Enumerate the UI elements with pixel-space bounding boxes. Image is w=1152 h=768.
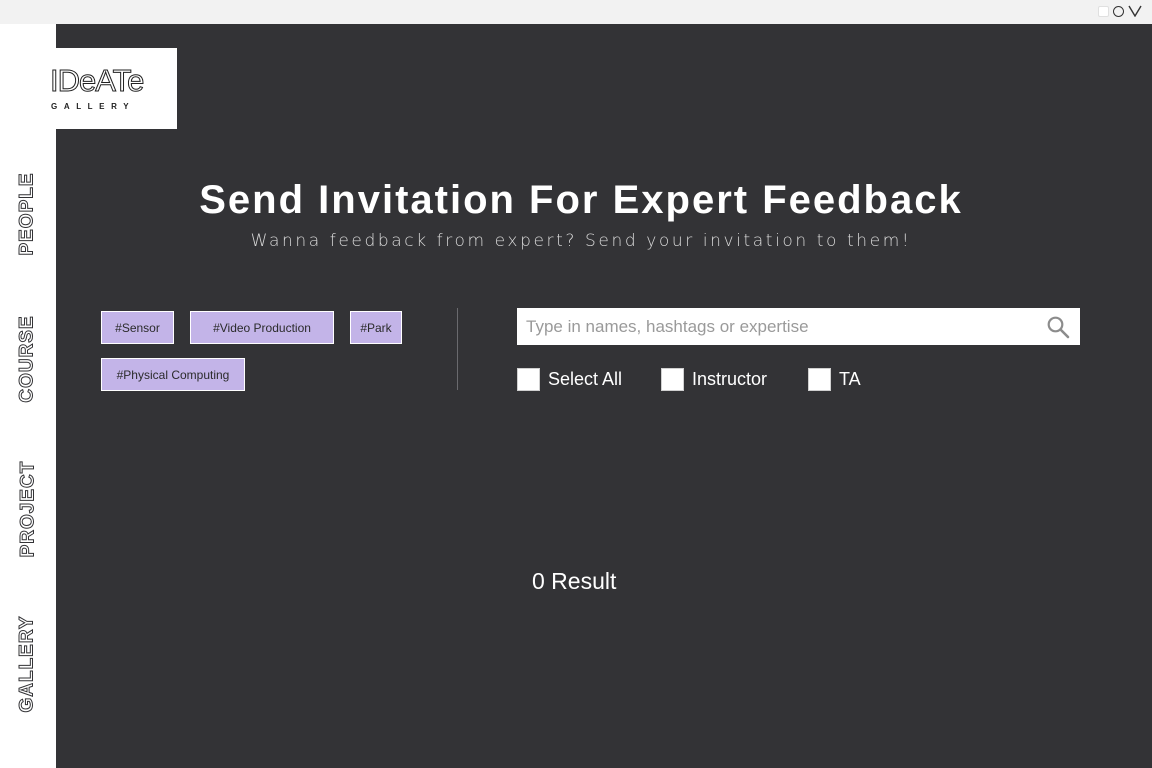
logo-wordmark: IDeATe xyxy=(50,63,145,98)
sidebar-nav: PEOPLE COURSE PROJECT GALLERY xyxy=(0,24,56,768)
sidebar-item-project[interactable]: PROJECT xyxy=(0,444,56,574)
select-all-checkbox[interactable] xyxy=(517,367,540,391)
tag-chip[interactable]: #Physical Computing xyxy=(101,358,245,391)
chevron-down-icon[interactable] xyxy=(1128,5,1142,17)
divider xyxy=(457,308,458,390)
window-circle-icon[interactable] xyxy=(1113,5,1124,17)
tag-chip[interactable]: #Sensor xyxy=(101,311,174,344)
search-box xyxy=(517,308,1080,345)
window-title-bar xyxy=(0,0,1152,24)
filter-label: Select All xyxy=(548,368,623,389)
filter-select-all[interactable]: Select All xyxy=(517,367,622,391)
instructor-checkbox[interactable] xyxy=(661,367,684,391)
page-subtitle: Wanna feedback from expert? Send your in… xyxy=(250,231,912,251)
sidebar-item-label: GALLERY xyxy=(17,615,39,713)
window-controls xyxy=(1098,5,1142,17)
sidebar-item-course[interactable]: COURSE xyxy=(0,299,56,419)
window-square-icon[interactable] xyxy=(1098,5,1109,17)
filter-ta[interactable]: TA xyxy=(808,367,861,391)
logo-subtitle: GALLERY xyxy=(51,102,136,111)
page-title: Send Invitation For Expert Feedback xyxy=(199,178,963,222)
sidebar-item-label: PROJECT xyxy=(17,460,39,558)
filter-instructor[interactable]: Instructor xyxy=(661,367,767,391)
sidebar-item-label: PEOPLE xyxy=(17,172,39,256)
result-count: 0 Result xyxy=(532,568,617,594)
filter-label: TA xyxy=(839,368,861,389)
sidebar-item-gallery[interactable]: GALLERY xyxy=(0,599,56,729)
search-icon[interactable] xyxy=(1046,315,1070,339)
sidebar-item-label: COURSE xyxy=(17,315,39,403)
logo[interactable]: IDeATe GALLERY xyxy=(50,48,177,129)
ta-checkbox[interactable] xyxy=(808,367,831,391)
sidebar-item-people[interactable]: PEOPLE xyxy=(0,154,56,274)
filter-label: Instructor xyxy=(692,368,768,389)
tag-chip[interactable]: #Park xyxy=(350,311,402,344)
search-input[interactable] xyxy=(517,308,1037,345)
tag-chip[interactable]: #Video Production xyxy=(190,311,334,344)
main-content xyxy=(56,24,1152,768)
